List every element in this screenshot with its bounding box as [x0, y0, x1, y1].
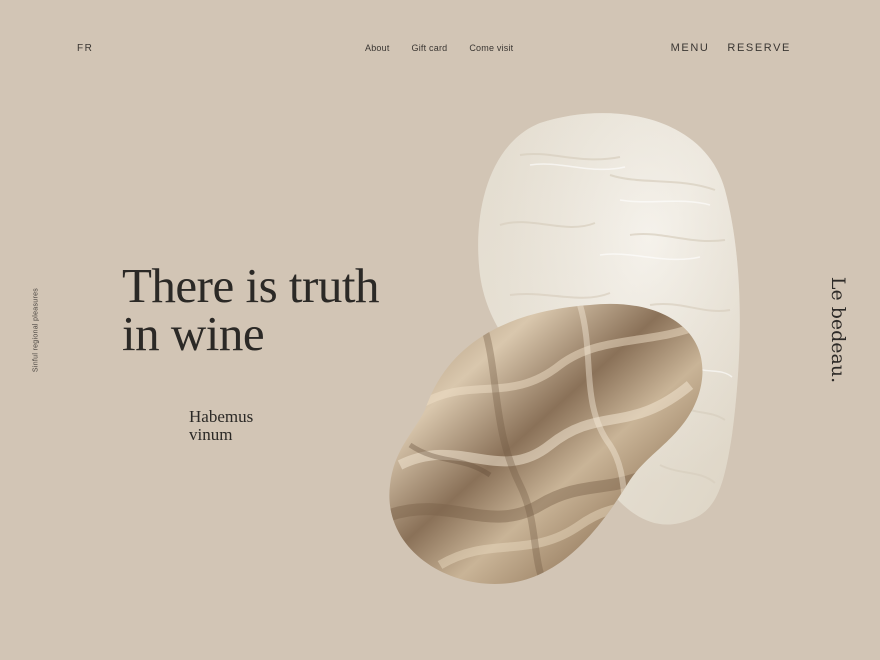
language-switch-link[interactable]: FR	[77, 43, 93, 54]
subheading-line-1: Habemus	[189, 407, 254, 426]
nav-link-gift-card[interactable]: Gift card	[412, 43, 448, 53]
silk-fabric-shape	[389, 303, 703, 584]
right-nav-links: MENU RESERVE	[671, 42, 791, 54]
subheading-line-2: vinum	[189, 425, 233, 444]
nav-link-about[interactable]: About	[365, 43, 390, 53]
hero-subheading: Habemus vinum	[189, 408, 253, 444]
headline-line-2: in wine	[122, 306, 265, 361]
brand-logo[interactable]: Le bedeau.	[827, 277, 849, 383]
hero-artwork	[389, 113, 740, 584]
nav-link-come-visit[interactable]: Come visit	[469, 43, 513, 53]
reserve-link[interactable]: RESERVE	[727, 42, 791, 54]
top-navigation: FR About Gift card Come visit MENU RESER…	[0, 0, 880, 96]
menu-link[interactable]: MENU	[671, 42, 710, 54]
side-tagline: Sinful regional pleasures	[32, 287, 40, 373]
center-nav-links: About Gift card Come visit	[365, 43, 513, 53]
headline-line-1: There is truth	[122, 258, 379, 313]
